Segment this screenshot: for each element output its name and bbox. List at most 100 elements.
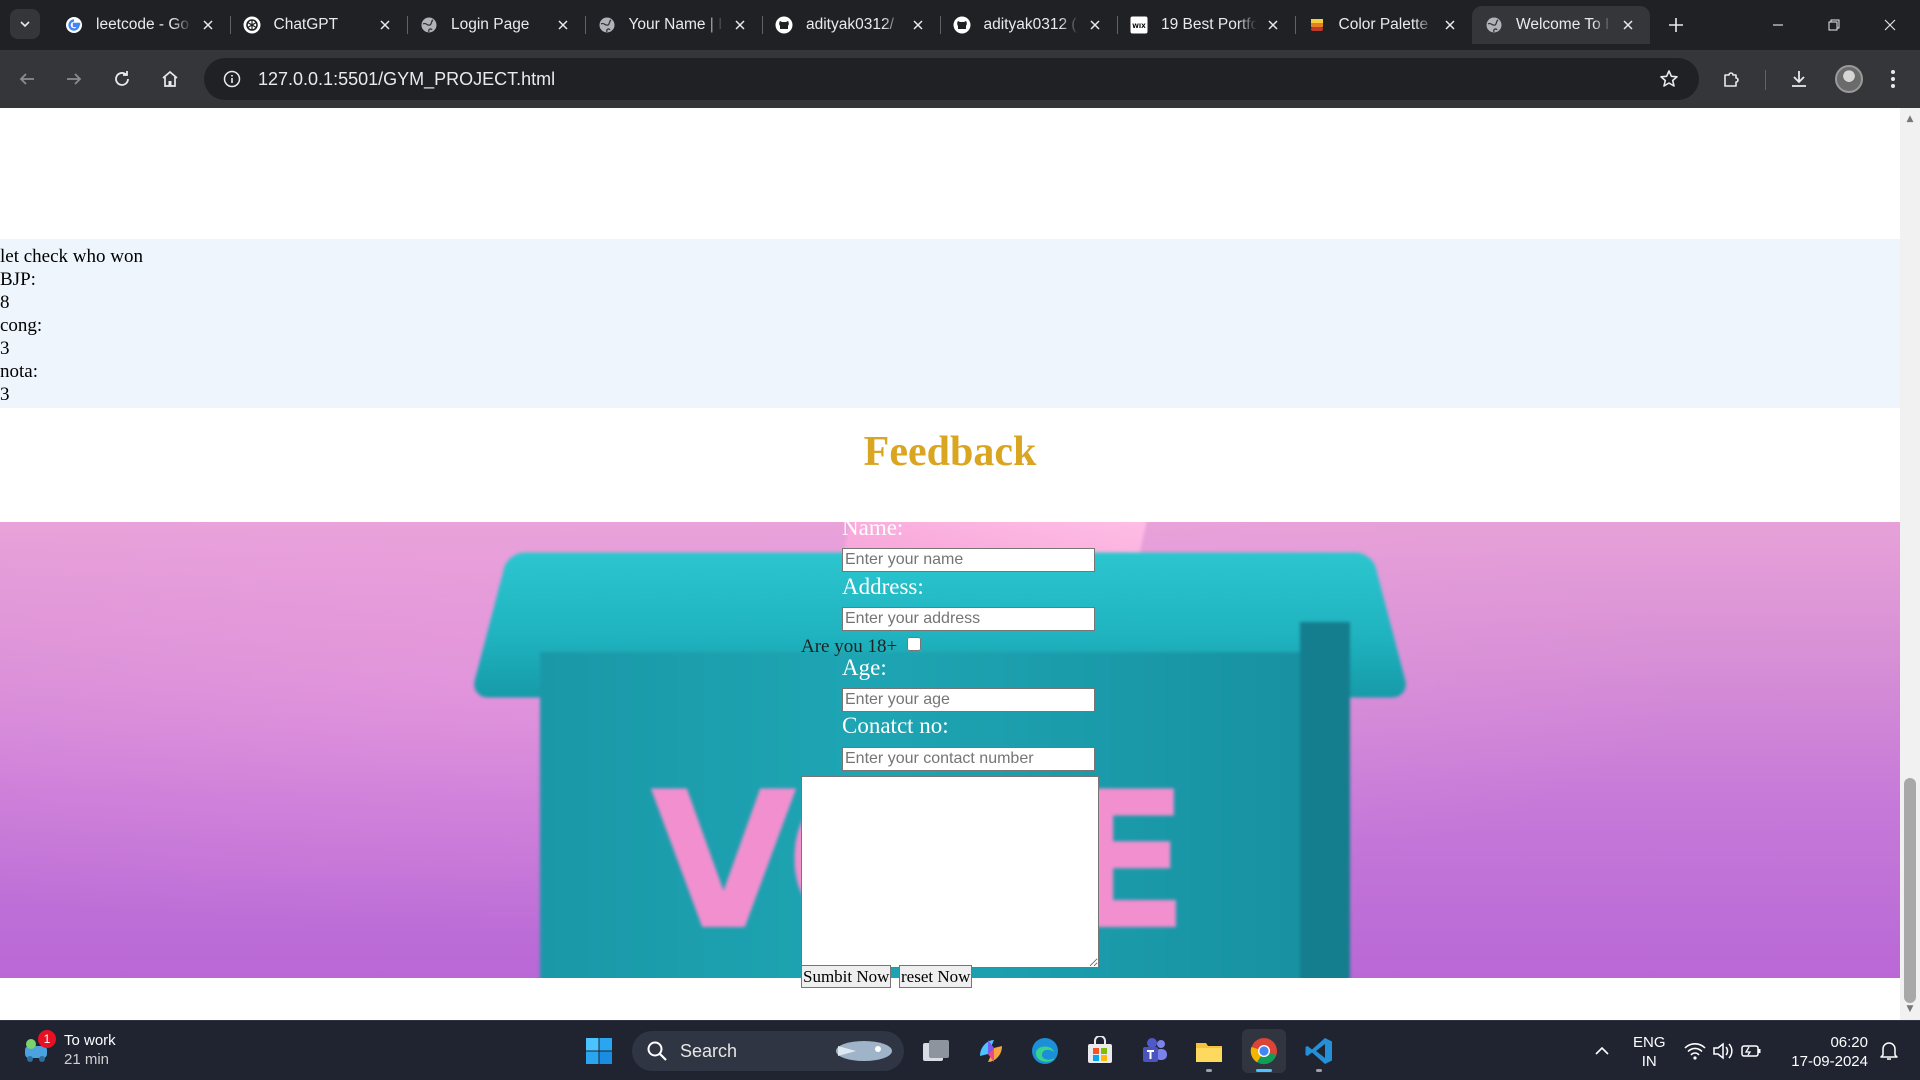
clock-time: 06:20 bbox=[1830, 1034, 1868, 1051]
browser-tab[interactable]: Welcome To I bbox=[1472, 6, 1650, 44]
browser-tab[interactable]: adityak0312/ bbox=[762, 6, 941, 44]
new-tab-button[interactable] bbox=[1658, 7, 1694, 43]
wix-icon: WIX bbox=[1129, 15, 1149, 35]
scrollbar-thumb[interactable] bbox=[1904, 778, 1916, 1003]
forward-arrow-icon bbox=[67, 73, 82, 85]
address-bar[interactable]: 127.0.0.1:5501/GYM_PROJECT.html bbox=[204, 58, 1699, 100]
file-explorer-button[interactable] bbox=[1187, 1029, 1231, 1073]
bookmark-star-icon[interactable] bbox=[1651, 61, 1687, 97]
search-highlight-icon bbox=[836, 1041, 892, 1061]
tab-title: 19 Best Portfo bbox=[1161, 16, 1257, 33]
vscode-button[interactable] bbox=[1297, 1029, 1341, 1073]
show-hidden-icons-button[interactable] bbox=[1580, 1029, 1624, 1073]
battery-icon bbox=[1741, 1045, 1761, 1057]
toolbar-separator bbox=[1765, 70, 1766, 90]
copilot-button[interactable] bbox=[969, 1029, 1013, 1073]
adult-checkbox[interactable] bbox=[907, 637, 921, 651]
teams-icon bbox=[1143, 1038, 1167, 1062]
close-tab-icon[interactable] bbox=[375, 15, 395, 35]
extensions-button[interactable] bbox=[1714, 61, 1750, 97]
page-viewport: let check who won BJP: 8 cong: 3 nota: 3… bbox=[0, 108, 1900, 1020]
tab-search-button[interactable] bbox=[10, 9, 40, 39]
age-input[interactable] bbox=[842, 688, 1095, 712]
browser-tab[interactable]: Color Palette bbox=[1295, 6, 1473, 44]
reload-button[interactable] bbox=[104, 61, 140, 97]
chrome-button[interactable] bbox=[1242, 1029, 1286, 1073]
weather-subtitle: 21 min bbox=[64, 1051, 110, 1068]
globe-icon bbox=[419, 15, 439, 35]
bjp-count: 8 bbox=[0, 292, 10, 313]
windows-logo-icon bbox=[586, 1038, 612, 1064]
close-tab-icon[interactable] bbox=[553, 15, 573, 35]
teams-button[interactable] bbox=[1132, 1029, 1176, 1073]
name-input[interactable] bbox=[842, 548, 1095, 572]
github-icon bbox=[952, 15, 972, 35]
kebab-menu-icon bbox=[1891, 70, 1895, 88]
system-clock[interactable]: 06:20 17-09-2024 bbox=[1786, 1033, 1868, 1071]
back-arrow-icon bbox=[19, 73, 34, 85]
minimize-button[interactable] bbox=[1750, 0, 1806, 50]
close-tab-icon[interactable] bbox=[1263, 15, 1283, 35]
contact-input[interactable] bbox=[842, 747, 1095, 771]
edge-icon bbox=[1032, 1038, 1058, 1064]
edge-button[interactable] bbox=[1023, 1029, 1067, 1073]
puzzle-icon bbox=[1724, 72, 1739, 87]
globe-icon bbox=[1484, 15, 1504, 35]
feedback-form: V O E Name: Address: Are you 18+ Age: Co… bbox=[0, 522, 1900, 978]
address-input[interactable] bbox=[842, 607, 1095, 631]
browser-tab[interactable]: ChatGPT bbox=[230, 6, 408, 44]
search-label: Search bbox=[680, 1040, 738, 1061]
folder-icon bbox=[1196, 1043, 1222, 1062]
page-scrollbar[interactable]: ▲ ▼ bbox=[1900, 108, 1920, 1020]
vote-letter: V bbox=[650, 751, 798, 972]
reset-button[interactable]: reset Now bbox=[899, 965, 973, 988]
tab-list: leetcode - Go ChatGPT Login Page Your Name … bbox=[52, 6, 1694, 44]
tab-title: leetcode - Go bbox=[96, 16, 190, 33]
close-tab-icon[interactable] bbox=[198, 15, 218, 35]
scroll-up-icon[interactable]: ▲ bbox=[1905, 114, 1915, 124]
back-button[interactable] bbox=[9, 61, 45, 97]
menu-button[interactable] bbox=[1875, 61, 1911, 97]
clock-date: 17-09-2024 bbox=[1791, 1053, 1868, 1070]
home-button[interactable] bbox=[152, 61, 188, 97]
nota-label: nota: bbox=[0, 361, 38, 382]
profile-avatar[interactable] bbox=[1835, 65, 1863, 93]
weather-title: To work bbox=[64, 1032, 116, 1049]
submit-button[interactable]: Sumbit Now bbox=[801, 965, 892, 988]
age-label: Age: bbox=[842, 655, 887, 680]
weather-widget[interactable]: 1 To work 21 min bbox=[22, 1030, 116, 1069]
close-tab-icon[interactable] bbox=[908, 15, 928, 35]
browser-tab[interactable]: adityak0312 ( bbox=[940, 6, 1118, 44]
input-language[interactable]: ENG IN bbox=[1633, 1033, 1666, 1071]
minimize-icon bbox=[1773, 24, 1783, 26]
start-button[interactable] bbox=[577, 1029, 621, 1073]
close-tab-icon[interactable] bbox=[1440, 15, 1460, 35]
close-icon bbox=[1884, 19, 1896, 31]
browser-tab[interactable]: leetcode - Go bbox=[52, 6, 231, 44]
notifications-button[interactable] bbox=[1874, 1029, 1904, 1073]
close-tab-icon[interactable] bbox=[1085, 15, 1105, 35]
browser-tab[interactable]: Login Page bbox=[407, 6, 586, 44]
browser-tab[interactable]: WIX 19 Best Portfo bbox=[1117, 6, 1296, 44]
url-text[interactable]: 127.0.0.1:5501/GYM_PROJECT.html bbox=[258, 69, 555, 90]
store-button[interactable] bbox=[1078, 1029, 1122, 1073]
tab-title: Your Name | I bbox=[628, 16, 723, 33]
close-window-button[interactable] bbox=[1862, 0, 1918, 50]
scroll-down-icon[interactable]: ▼ bbox=[1905, 1004, 1915, 1014]
site-info-icon[interactable] bbox=[214, 61, 250, 97]
downloads-button[interactable] bbox=[1781, 61, 1817, 97]
taskbar-search[interactable]: Search bbox=[632, 1031, 904, 1071]
close-tab-icon[interactable] bbox=[730, 15, 750, 35]
lang-line1: ENG bbox=[1633, 1034, 1666, 1051]
feedback-textarea[interactable] bbox=[801, 776, 1099, 968]
tab-title: Color Palette bbox=[1338, 16, 1429, 33]
close-tab-icon[interactable] bbox=[1618, 15, 1638, 35]
browser-toolbar: 127.0.0.1:5501/GYM_PROJECT.html bbox=[0, 50, 1920, 108]
task-view-button[interactable] bbox=[914, 1029, 958, 1073]
google-icon bbox=[64, 15, 84, 35]
quick-settings-button[interactable] bbox=[1675, 1029, 1771, 1073]
restore-button[interactable] bbox=[1806, 0, 1862, 50]
forward-button[interactable] bbox=[56, 61, 92, 97]
commute-icon: 1 bbox=[22, 1030, 56, 1066]
browser-tab[interactable]: Your Name | I bbox=[585, 6, 763, 44]
